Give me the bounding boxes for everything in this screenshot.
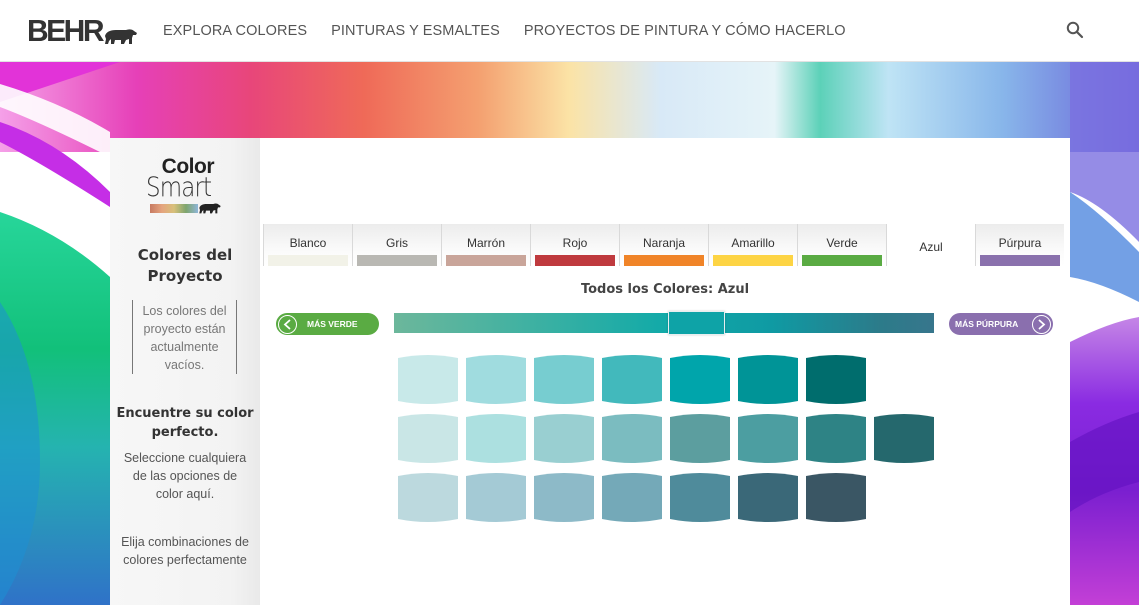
bear-icon <box>105 29 138 44</box>
tab-amarillo[interactable]: Amarillo <box>708 224 797 266</box>
color-swatch-grid <box>398 354 934 531</box>
tab-color-swatch <box>624 255 704 266</box>
tab-color-swatch <box>802 255 882 266</box>
color-family-tabs: Blanco Gris Marrón Rojo Naranja Amarillo Verde… <box>263 224 1066 266</box>
tab-rojo[interactable]: Rojo <box>530 224 619 266</box>
nav-pinturas-esmaltes[interactable]: PINTURAS Y ESMALTES <box>331 23 500 39</box>
tab-label: Púrpura <box>998 236 1042 250</box>
tab-blanco[interactable]: Blanco <box>263 224 352 266</box>
chevron-left-icon <box>278 314 297 334</box>
color-swatch[interactable] <box>738 472 798 523</box>
tab-purpura[interactable]: Púrpura <box>975 224 1064 266</box>
more-purple-label: MÁS PÚRPURA <box>955 319 1019 329</box>
bear-icon <box>199 203 221 214</box>
palette-title: Todos los Colores: Azul <box>580 282 750 297</box>
project-colors-empty: Los colores del proyecto están actualmen… <box>132 300 237 374</box>
tab-color-swatch <box>446 255 526 266</box>
more-green-button[interactable]: MÁS VERDE <box>276 313 379 335</box>
color-swatch[interactable] <box>806 354 866 405</box>
tab-color-swatch <box>535 255 615 266</box>
color-swatch[interactable] <box>738 354 798 405</box>
color-swatch[interactable] <box>670 472 730 523</box>
color-smart-panel: Color Smart Colores del Proyecto Los col… <box>110 138 1070 605</box>
color-swatch[interactable] <box>534 354 594 405</box>
swatch-row <box>398 354 934 405</box>
combinations-text: Elija combinaciones de colores perfectam… <box>121 535 249 567</box>
tab-label: Blanco <box>289 236 327 250</box>
color-swatch[interactable] <box>398 472 458 523</box>
more-green-label: MÁS VERDE <box>307 319 358 329</box>
color-stripe <box>150 203 198 213</box>
color-swatch[interactable] <box>466 472 526 523</box>
hue-slider-thumb[interactable] <box>668 311 725 335</box>
hue-slider[interactable] <box>394 311 934 335</box>
tab-label: Amarillo <box>731 236 775 250</box>
color-swatch[interactable] <box>466 413 526 464</box>
tab-label: Naranja <box>642 236 686 250</box>
color-swatch[interactable] <box>670 354 730 405</box>
more-purple-button[interactable]: MÁS PÚRPURA <box>949 313 1053 335</box>
color-swatch[interactable] <box>738 413 798 464</box>
tab-gris[interactable]: Gris <box>352 224 441 266</box>
color-swatch[interactable] <box>806 472 866 523</box>
project-colors-title: Colores del Proyecto <box>137 246 233 285</box>
tab-label: Gris <box>386 236 408 250</box>
color-swatch[interactable] <box>602 354 662 405</box>
behr-logo[interactable]: BEHR <box>27 15 138 47</box>
color-swatch[interactable] <box>534 472 594 523</box>
tab-naranja[interactable]: Naranja <box>619 224 708 266</box>
swatch-row <box>398 413 934 464</box>
swatch-row <box>398 472 934 523</box>
chevron-right-icon <box>1032 314 1051 334</box>
colorsmart-logo-smart: Smart <box>146 172 212 203</box>
nav-proyectos[interactable]: PROYECTOS DE PINTURA Y CÓMO HACERLO <box>524 23 846 39</box>
color-swatch[interactable] <box>670 413 730 464</box>
color-swatch[interactable] <box>602 472 662 523</box>
colorsmart-logo: Color Smart <box>146 156 226 214</box>
brand-wordmark: BEHR <box>27 14 105 49</box>
tab-color-swatch <box>268 255 348 266</box>
search-icon[interactable] <box>1066 21 1084 39</box>
tab-marron[interactable]: Marrón <box>441 224 530 266</box>
color-swatch[interactable] <box>806 413 866 464</box>
tab-label: Rojo <box>562 236 588 250</box>
color-swatch[interactable] <box>874 413 934 464</box>
tab-azul[interactable]: Azul <box>886 224 975 266</box>
color-swatch[interactable] <box>398 413 458 464</box>
color-swatch[interactable] <box>602 413 662 464</box>
tab-label: Azul <box>919 240 943 254</box>
main-nav: EXPLORA COLORES PINTURAS Y ESMALTES PROY… <box>163 0 846 62</box>
nav-explora-colores[interactable]: EXPLORA COLORES <box>163 23 307 39</box>
tab-color-swatch <box>357 255 437 266</box>
find-color-text: Seleccione cualquiera de las opciones de… <box>123 451 247 501</box>
tab-verde[interactable]: Verde <box>797 224 886 266</box>
tab-label: Marrón <box>466 236 505 250</box>
tab-label: Verde <box>826 236 858 250</box>
project-sidebar: Color Smart Colores del Proyecto Los col… <box>110 138 260 605</box>
color-explorer: Blanco Gris Marrón Rojo Naranja Amarillo Verde… <box>260 138 1070 605</box>
tab-color-swatch <box>980 255 1060 266</box>
color-swatch[interactable] <box>534 413 594 464</box>
find-color-title: Encuentre su color perfecto. <box>116 406 254 440</box>
color-swatch[interactable] <box>398 354 458 405</box>
tab-color-swatch <box>713 255 793 266</box>
site-header: BEHR EXPLORA COLORES PINTURAS Y ESMALTES… <box>0 0 1139 62</box>
color-swatch[interactable] <box>466 354 526 405</box>
